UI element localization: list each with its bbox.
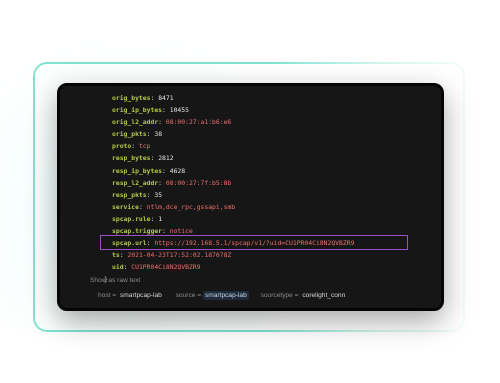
meta-sourcetype-value[interactable]: corelight_conn bbox=[300, 291, 347, 300]
meta-source-value[interactable]: smartpcap-lab bbox=[202, 291, 249, 300]
show-as-raw-text-link[interactable]: Show as raw text bbox=[90, 277, 140, 284]
event-viewer-window: orig_bytes: 8471 orig_ip_bytes: 10455 or… bbox=[57, 83, 444, 311]
field-row-uid: uid: CU1PR04Ci8N2QVBZR9 bbox=[112, 263, 201, 272]
field-key[interactable]: orig_pkts bbox=[112, 130, 147, 138]
field-key[interactable]: ts bbox=[112, 251, 120, 259]
meta-host-value[interactable]: smartpcap-lab bbox=[118, 291, 164, 300]
field-key[interactable]: orig_bytes bbox=[112, 94, 150, 102]
field-value[interactable]: 4628 bbox=[170, 167, 185, 175]
field-key[interactable]: spcap.rule bbox=[112, 215, 150, 223]
field-row-orig-pkts: orig_pkts: 38 bbox=[112, 130, 163, 139]
field-key[interactable]: resp_ip_bytes bbox=[112, 167, 162, 175]
field-value[interactable]: 1 bbox=[158, 215, 162, 223]
field-row-orig-l2-addr: orig_l2_addr: 08:00:27:a1:b6:e6 bbox=[112, 118, 232, 127]
field-key[interactable]: orig_l2_addr bbox=[112, 118, 158, 126]
field-key[interactable]: service bbox=[112, 203, 139, 211]
field-value[interactable]: 8471 bbox=[158, 94, 173, 102]
field-key[interactable]: orig_ip_bytes bbox=[112, 106, 162, 114]
field-row-spcap-trigger: spcap.trigger: notice bbox=[112, 227, 193, 236]
field-value[interactable]: tcp bbox=[139, 142, 151, 150]
field-value[interactable]: 10455 bbox=[170, 106, 189, 114]
field-row-resp-bytes: resp_bytes: 2812 bbox=[112, 154, 174, 163]
meta-host: host = smartpcap-lab bbox=[98, 292, 164, 299]
field-row-orig-bytes: orig_bytes: 8471 bbox=[112, 94, 174, 102]
field-row-resp-l2-addr: resp_l2_addr: 08:00:27:7f:b5:8b bbox=[112, 178, 232, 187]
field-row-spcap-url: spcap.url: https://192.168.5.1/spcap/v1/… bbox=[100, 235, 441, 251]
field-key[interactable]: uid bbox=[112, 263, 124, 271]
field-row-service: service: ntlm,dce_rpc,gssapi,smb bbox=[112, 202, 236, 211]
field-value[interactable]: ntlm,dce_rpc,gssapi,smb bbox=[147, 203, 236, 211]
field-value[interactable]: 08:00:27:7f:b5:8b bbox=[166, 179, 231, 187]
event-metadata-row: host = smartpcap-lab source = smartpcap-… bbox=[98, 291, 357, 300]
field-value[interactable]: 2021-04-23T17:52:02.187078Z bbox=[127, 251, 231, 259]
meta-sourcetype-label: sourcetype = bbox=[260, 292, 299, 299]
field-row-proto: proto: tcp bbox=[112, 142, 151, 151]
field-value[interactable]: 35 bbox=[154, 191, 162, 199]
field-row-orig-ip-bytes: orig_ip_bytes: 10455 bbox=[112, 106, 189, 115]
field-key[interactable]: resp_l2_addr bbox=[112, 179, 158, 187]
field-key[interactable]: proto bbox=[112, 142, 131, 150]
field-row-spcap-rule: spcap.rule: 1 bbox=[112, 214, 163, 223]
field-key[interactable]: spcap.trigger bbox=[112, 227, 162, 235]
meta-source-label: source = bbox=[175, 292, 202, 299]
field-value[interactable]: 08:00:27:a1:b6:e6 bbox=[166, 118, 231, 126]
field-row-resp-pkts: resp_pkts: 35 bbox=[112, 190, 163, 199]
closing-brace: } bbox=[104, 275, 108, 284]
field-value[interactable]: notice bbox=[170, 227, 193, 235]
field-value[interactable]: 2812 bbox=[158, 154, 173, 162]
field-key[interactable]: spcap.url bbox=[112, 239, 147, 247]
meta-source: source = smartpcap-lab bbox=[175, 291, 249, 300]
field-value[interactable]: 38 bbox=[154, 130, 162, 138]
spcap-url-link[interactable]: https://192.168.5.1/spcap/v1/?uid=CU1PR0… bbox=[154, 239, 354, 247]
meta-host-label: host = bbox=[98, 292, 117, 299]
screenshot-stage: orig_bytes: 8471 orig_ip_bytes: 10455 or… bbox=[0, 0, 500, 383]
event-json-body: orig_bytes: 8471 orig_ip_bytes: 10455 or… bbox=[60, 86, 441, 308]
meta-sourcetype: sourcetype = corelight_conn bbox=[261, 292, 348, 299]
field-value[interactable]: CU1PR04Ci8N2QVBZR9 bbox=[131, 263, 200, 271]
field-row-resp-ip-bytes: resp_ip_bytes: 4628 bbox=[112, 166, 186, 175]
field-key[interactable]: resp_bytes bbox=[112, 154, 150, 162]
field-key[interactable]: resp_pkts bbox=[112, 191, 147, 199]
field-row-ts: ts: 2021-04-23T17:52:02.187078Z bbox=[112, 251, 232, 260]
